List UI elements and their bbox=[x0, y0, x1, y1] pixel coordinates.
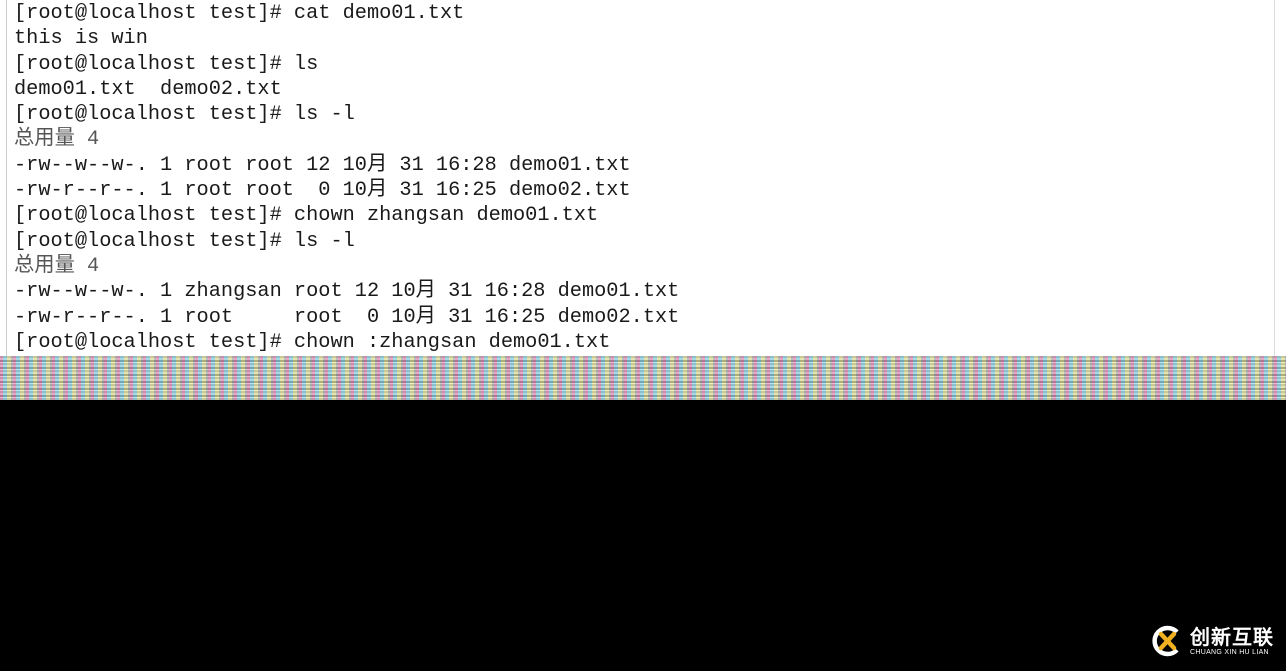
watermark-logo: 创新互联 CHUANG XIN HU LIAN bbox=[1150, 624, 1274, 658]
terminal-line: -rw-r--r--. 1 root root 0 10月 31 16:25 d… bbox=[14, 305, 680, 329]
terminal-window[interactable]: [root@localhost test]# cat demo01.txt th… bbox=[0, 0, 1286, 356]
corrupted-image-band bbox=[0, 356, 1286, 400]
terminal-line: [root@localhost test]# chown :zhangsan d… bbox=[14, 330, 611, 354]
terminal-line: -rw-r--r--. 1 root root 0 10月 31 16:25 d… bbox=[14, 179, 631, 203]
terminal-line: this is win bbox=[14, 27, 148, 51]
terminal-line: -rw--w--w-. 1 root root 12 10月 31 16:28 … bbox=[14, 153, 631, 177]
terminal-line: 总用量 4 bbox=[14, 254, 100, 278]
terminal-line: -rw--w--w-. 1 zhangsan root 12 10月 31 16… bbox=[14, 280, 680, 304]
terminal-line: [root@localhost test]# cat demo01.txt bbox=[14, 2, 465, 25]
terminal-line: [root@localhost test]# chown zhangsan de… bbox=[14, 204, 599, 228]
terminal-line: demo01.txt demo02.txt bbox=[14, 77, 282, 101]
terminal-line: [root@localhost test]# ls -l bbox=[14, 103, 355, 127]
logo-name-en: CHUANG XIN HU LIAN bbox=[1190, 648, 1269, 656]
terminal-line: [root@localhost test]# ls -l bbox=[14, 229, 355, 253]
terminal-line: [root@localhost test]# ls bbox=[14, 52, 319, 76]
logo-icon bbox=[1152, 625, 1179, 657]
logo-name-cn: 创新互联 bbox=[1190, 624, 1274, 649]
terminal-left-border bbox=[6, 0, 7, 356]
terminal-output: [root@localhost test]# cat demo01.txt th… bbox=[14, 1, 679, 355]
terminal-right-border bbox=[1274, 0, 1275, 356]
terminal-line: 总用量 4 bbox=[14, 128, 100, 152]
